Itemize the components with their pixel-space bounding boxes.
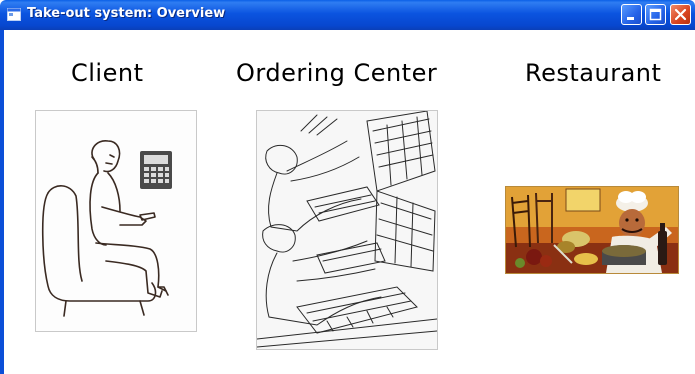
window-title: Take-out system: Overview [27, 6, 226, 21]
close-icon [674, 8, 687, 21]
ordering-center-heading: Ordering Center [236, 59, 438, 87]
app-window: Take-out system: Overview Client Orderin… [0, 0, 695, 374]
client-sketch-image [35, 110, 197, 332]
restaurant-heading: Restaurant [525, 59, 662, 87]
maximize-button[interactable] [645, 4, 666, 25]
maximize-icon [649, 8, 662, 21]
client-heading: Client [71, 59, 144, 87]
app-window-icon [7, 8, 21, 21]
ordering-center-sketch-image [256, 110, 438, 350]
ordering-center-sketch-drawing [257, 111, 437, 349]
title-bar[interactable]: Take-out system: Overview [0, 0, 695, 30]
minimize-button[interactable] [621, 4, 642, 25]
restaurant-painting-drawing [506, 187, 678, 273]
window-left-border [0, 30, 4, 374]
calculator-icon [140, 151, 172, 189]
restaurant-painting-image [505, 186, 679, 274]
close-button[interactable] [670, 4, 691, 25]
minimize-icon [627, 17, 634, 20]
client-sketch-drawing [41, 140, 172, 317]
